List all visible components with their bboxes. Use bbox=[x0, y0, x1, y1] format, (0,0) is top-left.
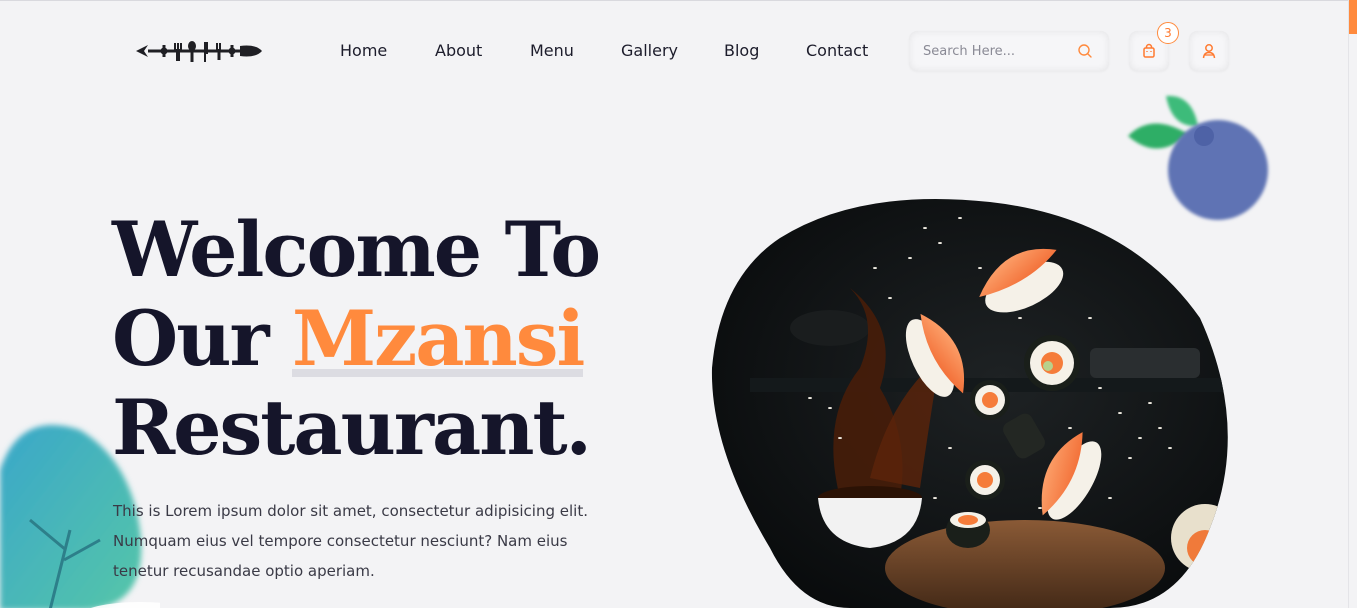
hero-heading: Welcome To Our Mzansi Restaurant. bbox=[112, 205, 601, 472]
nav-gallery[interactable]: Gallery bbox=[621, 40, 724, 62]
top-border bbox=[0, 0, 1357, 1]
hero-description: This is Lorem ipsum dolor sit amet, cons… bbox=[113, 496, 633, 586]
nav-menu[interactable]: Menu bbox=[530, 40, 621, 62]
hero-heading-line2: Our Mzansi bbox=[112, 294, 599, 383]
scrollbar-track[interactable] bbox=[1348, 0, 1349, 608]
hero-heading-line3: Restaurant. bbox=[112, 383, 592, 472]
search-icon[interactable] bbox=[1077, 43, 1093, 59]
shopping-bag-icon bbox=[1143, 43, 1155, 58]
user-button[interactable] bbox=[1189, 31, 1229, 71]
user-icon bbox=[1202, 44, 1216, 59]
hero-heading-line1: Welcome To bbox=[112, 205, 601, 294]
nav-home[interactable]: Home bbox=[340, 40, 435, 62]
nav-about[interactable]: About bbox=[435, 40, 530, 62]
scrollbar-thumb[interactable] bbox=[1349, 0, 1357, 34]
hero-description-line1: This is Lorem ipsum dolor sit amet, cons… bbox=[113, 502, 588, 520]
hero-heading-highlight: Mzansi bbox=[291, 294, 585, 383]
cutlery-fish-logo[interactable] bbox=[134, 34, 264, 68]
search-input[interactable] bbox=[909, 31, 1074, 71]
cart-count-badge: 3 bbox=[1157, 22, 1179, 44]
hero-heading-prefix: Our bbox=[112, 294, 269, 383]
main-nav: Home About Menu Gallery Blog Contact bbox=[340, 40, 886, 62]
hero-description-line3: tenetur recusandae optio aperiam. bbox=[113, 562, 375, 580]
hero-sushi-image bbox=[711, 198, 1228, 608]
search-box bbox=[909, 31, 1109, 71]
nav-contact[interactable]: Contact bbox=[806, 40, 886, 62]
hero-description-line2: Numquam eius vel tempore consectetur nes… bbox=[113, 532, 568, 550]
nav-blog[interactable]: Blog bbox=[724, 40, 806, 62]
